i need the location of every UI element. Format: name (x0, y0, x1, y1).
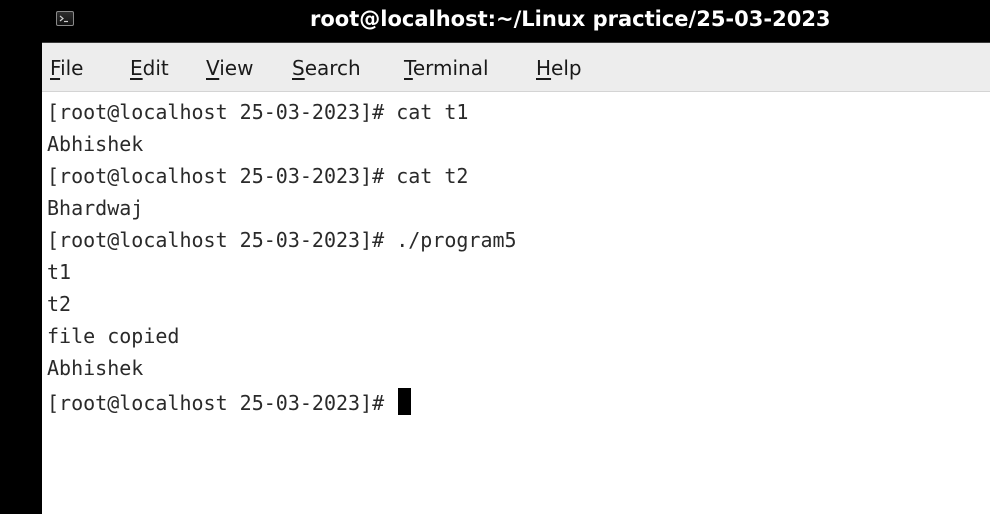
desktop-edge (0, 0, 42, 514)
menu-bar: File Edit View Search Terminal Help (42, 43, 990, 92)
menu-file-label: ile (60, 56, 84, 80)
terminal-line: t2 (47, 292, 72, 316)
menu-edit-label: dit (142, 56, 169, 80)
terminal-prompt: [root@localhost 25-03-2023]# (47, 391, 397, 415)
terminal-prompt-line[interactable]: [root@localhost 25-03-2023]# (47, 388, 412, 415)
menu-view-mnemonic: V (206, 56, 220, 80)
terminal-icon (56, 11, 74, 26)
menu-view[interactable]: View (206, 55, 253, 81)
terminal-line: Abhishek (47, 356, 144, 380)
terminal-line: file copied (47, 324, 180, 348)
menu-file-mnemonic: F (50, 56, 61, 80)
menu-search-label: earch (304, 56, 361, 80)
terminal-line: Bhardwaj (47, 196, 144, 220)
menu-edit[interactable]: Edit (130, 55, 169, 81)
menu-terminal[interactable]: Terminal (404, 55, 489, 81)
menu-help-label: elp (551, 56, 582, 80)
menu-search-mnemonic: S (292, 56, 305, 80)
terminal-line: Abhishek (47, 132, 144, 156)
menu-edit-mnemonic: E (130, 56, 143, 80)
terminal-line: [root@localhost 25-03-2023]# cat t1 (47, 100, 469, 124)
terminal-line: [root@localhost 25-03-2023]# cat t2 (47, 164, 469, 188)
menu-terminal-mnemonic: T (404, 56, 413, 80)
menu-view-label: iew (219, 56, 254, 80)
menu-terminal-label: erminal (412, 56, 489, 80)
menu-help[interactable]: Help (536, 55, 582, 81)
menu-file[interactable]: File (50, 55, 83, 81)
title-bar[interactable]: root@localhost:~/Linux practice/25-03-20… (42, 0, 990, 43)
terminal-line: t1 (47, 260, 72, 284)
terminal-output[interactable]: [root@localhost 25-03-2023]# cat t1 Abhi… (42, 92, 990, 514)
terminal-line: [root@localhost 25-03-2023]# ./program5 (47, 228, 517, 252)
window-title: root@localhost:~/Linux practice/25-03-20… (310, 7, 831, 31)
terminal-window: root@localhost:~/Linux practice/25-03-20… (42, 0, 990, 514)
menu-search[interactable]: Search (292, 55, 361, 81)
menu-help-mnemonic: H (536, 56, 552, 80)
text-cursor (398, 388, 412, 415)
